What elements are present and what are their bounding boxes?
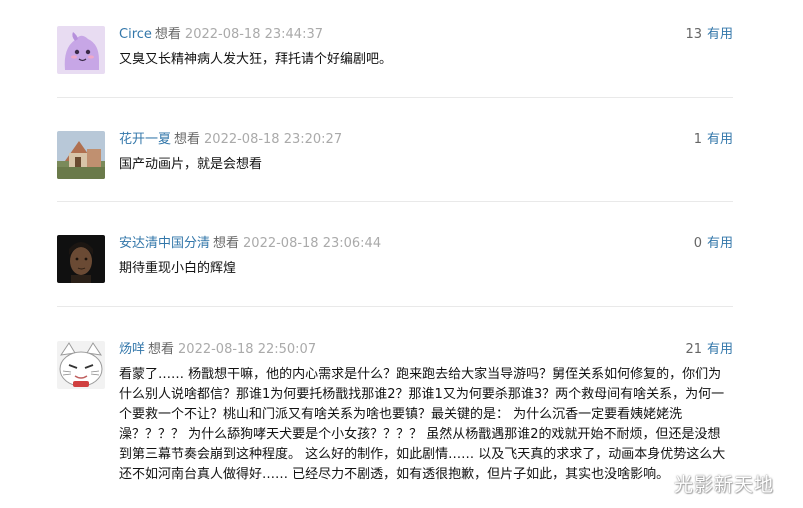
avatar[interactable] [57,131,105,179]
comment-content: 又臭又长精神病人发大狂，拜托请个好编剧吧。 [119,52,393,67]
avatar-image [57,235,105,283]
useful-button[interactable]: 有用 [707,27,733,42]
username-link[interactable]: Circe [119,27,152,42]
avatar[interactable] [57,26,105,74]
vote-area: 0 有用 [694,235,733,253]
content-line: 澡？？？？ 为什么舔狗哮天犬要是个小女孩？？？？ 虽然从杨戬遇那谁2的戏就开始不… [119,427,721,442]
content-line: 个要救一个不让？桃山和门派又有啥关系为啥也要镇？最关键的是： 为什么沉香一定要看… [119,407,683,422]
vote-count: 1 [693,132,702,147]
divider [57,306,733,307]
content-line: 还不如河南台真人做得好…… 已经尽力不剧透，如有透很抱歉，但片子如此，其实也没啥… [119,467,670,482]
content-line: 看蒙了…… 杨戬想干嘛，他的内心需求是什么？跑来跑去给大家当导游吗？舅侄关系如何… [119,367,722,382]
rating-status: 想看 [148,342,175,357]
comment-content: 国产动画片，就是会想看 [119,157,263,172]
comment-time: 2022-08-18 23:20:27 [204,132,343,147]
rating-status: 想看 [154,27,181,42]
useful-button[interactable]: 有用 [707,342,733,357]
vote-area: 1 有用 [694,131,733,149]
content-line: 到第三幕节奏会崩到这种程度。 这么好的制作，如此剧情…… 以及飞天真的求求了，动… [119,447,726,462]
comment-meta: 花开一夏 想看 2022-08-18 23:20:27 [119,131,342,149]
avatar-image [57,341,105,389]
rating-status: 想看 [213,236,240,251]
username-link[interactable]: 安达清中国分清 [119,236,210,251]
comment-item: Circe 想看 2022-08-18 23:44:37 13 有用 又臭又长精神病人… [57,26,733,76]
vote-count: 0 [693,236,702,251]
vote-count: 21 [685,342,702,357]
divider [57,201,733,202]
comment-item: 安达清中国分清 想看 2022-08-18 23:06:44 0 有用 期待重现小白的… [57,235,733,285]
avatar-image [57,26,105,74]
username-link[interactable]: 炀咩 [119,342,145,357]
vote-area: 13 有用 [685,26,733,44]
comment-time: 2022-08-18 23:44:37 [184,27,323,42]
username-link[interactable]: 花开一夏 [119,132,171,147]
comment-meta: 炀咩 想看 2022-08-18 22:50:07 [119,341,316,359]
comment-content: 期待重现小白的辉煌 [119,261,237,276]
useful-button[interactable]: 有用 [707,236,733,251]
comment-meta: Circe 想看 2022-08-18 23:44:37 [119,26,323,44]
divider [57,97,733,98]
comment-meta: 安达清中国分清 想看 2022-08-18 23:06:44 [119,235,381,253]
useful-button[interactable]: 有用 [707,132,733,147]
comment-time: 2022-08-18 22:50:07 [178,342,317,357]
watermark: 光影新天地 [674,474,775,496]
avatar[interactable] [57,235,105,283]
comment-item: 炀咩 想看 2022-08-18 22:50:07 21 有用 看蒙了…… 杨戬想干嘛… [57,341,733,486]
comment-item: 花开一夏 想看 2022-08-18 23:20:27 1 有用 国产动画片，就是会想… [57,131,733,181]
vote-count: 13 [685,27,702,42]
avatar-image [57,131,105,179]
comment-content: 看蒙了…… 杨戬想干嘛，他的内心需求是什么？跑来跑去给大家当导游吗？舅侄关系如何… [119,365,731,485]
avatar[interactable] [57,341,105,389]
rating-status: 想看 [174,132,201,147]
vote-area: 21 有用 [685,341,733,359]
comment-time: 2022-08-18 23:06:44 [243,236,382,251]
content-line: 什么别人说啥都信？那谁1为何要托杨戬找那谁2？那谁1又为何要杀那谁3？两个救母间… [119,387,725,402]
